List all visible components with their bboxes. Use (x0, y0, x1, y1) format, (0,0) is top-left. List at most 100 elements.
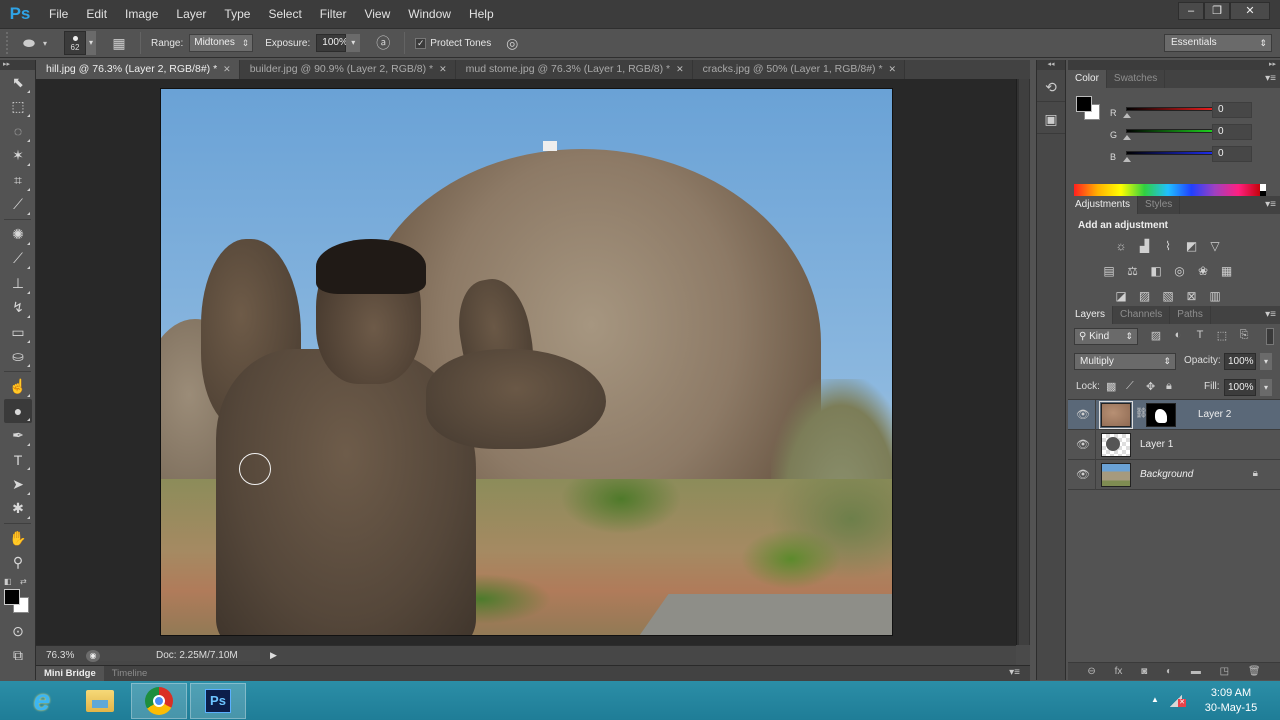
network-disconnected-icon[interactable]: ✕ (1170, 693, 1186, 707)
brush-tool[interactable]: ⟋ (4, 247, 32, 272)
custom-shape-tool[interactable]: ✱ (4, 497, 32, 522)
default-colors-icon[interactable]: ◧ (4, 577, 12, 586)
minimize-button[interactable]: – (1178, 2, 1204, 20)
vibrance-icon[interactable]: ▽ (1204, 236, 1226, 256)
magic-wand-tool[interactable]: ✶ (4, 144, 32, 169)
tab-builder[interactable]: builder.jpg @ 90.9% (Layer 2, RGB/8) * ✕ (239, 60, 456, 79)
layer-thumbnail[interactable] (1101, 433, 1131, 457)
foreground-color-swatch[interactable] (4, 589, 20, 605)
blur-tool[interactable]: ☝ (4, 374, 32, 399)
airbrush-icon[interactable]: ⓐ (372, 33, 394, 53)
blue-slider[interactable] (1126, 151, 1220, 155)
color-balance-icon[interactable]: ⚖ (1122, 261, 1144, 281)
menu-image[interactable]: Image (116, 0, 167, 28)
tab-styles[interactable]: Styles (1138, 196, 1181, 214)
paint-bucket-tool[interactable]: ⛀ (4, 345, 32, 370)
canvas-area[interactable] (36, 79, 1016, 645)
threshold-icon[interactable]: ▧ (1157, 286, 1179, 306)
layer-thumbnail[interactable] (1099, 401, 1133, 429)
pen-tool[interactable]: ✒ (4, 423, 32, 448)
menu-filter[interactable]: Filter (311, 0, 356, 28)
swap-colors-icon[interactable]: ⇄ (20, 577, 27, 586)
screen-mode-icon[interactable]: ⧉ (4, 644, 32, 669)
fx-icon[interactable]: fx (1115, 666, 1123, 677)
layer-thumbnail[interactable] (1101, 463, 1131, 487)
red-slider[interactable] (1126, 107, 1220, 111)
quick-mask-icon[interactable]: ⊙ (4, 619, 32, 644)
lasso-tool[interactable]: ◌ (4, 119, 32, 144)
tab-timeline[interactable]: Timeline (104, 666, 156, 682)
eyedropper-tool[interactable]: ⟋ (4, 193, 32, 218)
red-slider-knob[interactable] (1123, 113, 1131, 118)
layer-row-layer-2[interactable]: 👁︎ ⛓︎ Layer 2 (1068, 400, 1280, 430)
tab-channels[interactable]: Channels (1113, 306, 1171, 324)
spot-healing-tool[interactable]: ✺ (4, 222, 32, 247)
close-button[interactable]: ✕ (1230, 2, 1270, 20)
tab-cracks[interactable]: cracks.jpg @ 50% (Layer 1, RGB/8#) * ✕ (692, 60, 906, 79)
posterize-icon[interactable]: ▨ (1134, 286, 1156, 306)
visibility-toggle[interactable]: 👁︎ (1068, 460, 1096, 490)
tab-adjustments[interactable]: Adjustments (1068, 196, 1139, 214)
lock-transparency-icon[interactable]: ▩ (1106, 380, 1116, 393)
lock-all-icon[interactable]: 🔒︎ (1166, 380, 1172, 393)
clone-stamp-tool[interactable]: ⊥ (4, 271, 32, 296)
blue-value-input[interactable]: 0 (1212, 146, 1252, 162)
show-hidden-icons-button[interactable]: ▲ (1151, 695, 1159, 704)
brush-picker-dropdown[interactable]: ▾ (86, 31, 96, 55)
type-tool[interactable]: T (4, 448, 32, 473)
panel-menu-icon[interactable]: ▾≡ (1265, 199, 1276, 210)
visibility-toggle[interactable]: 👁︎ (1068, 400, 1096, 430)
protect-tones-checkbox[interactable]: ✓ (415, 37, 427, 49)
group-icon[interactable]: ▬ (1191, 666, 1201, 677)
menu-layer[interactable]: Layer (167, 0, 215, 28)
color-lookup-icon[interactable]: ▦ (1216, 261, 1238, 281)
brush-size-picker[interactable]: 62 (64, 31, 86, 55)
invert-icon[interactable]: ◪ (1110, 286, 1132, 306)
fill-input[interactable]: 100% (1224, 379, 1256, 396)
menu-select[interactable]: Select (259, 0, 310, 28)
zoom-level[interactable]: 76.3% (36, 650, 84, 661)
filter-shape-icon[interactable]: ⬚ (1214, 329, 1230, 343)
tab-paths[interactable]: Paths (1170, 306, 1211, 324)
range-select[interactable]: Midtones (189, 34, 254, 52)
green-slider[interactable] (1126, 129, 1220, 133)
taskbar-photoshop[interactable]: Ps (190, 683, 246, 719)
close-tab-icon[interactable]: ✕ (889, 64, 897, 74)
status-info-icon[interactable]: ◉ (86, 649, 100, 662)
tools-panel-collapse[interactable]: ▸▸ (0, 60, 35, 70)
tab-hill[interactable]: hill.jpg @ 76.3% (Layer 2, RGB/8#) * ✕ (36, 60, 240, 79)
menu-view[interactable]: View (355, 0, 399, 28)
menu-type[interactable]: Type (215, 0, 259, 28)
eraser-tool[interactable]: ▭ (4, 320, 32, 345)
burn-tool-preset-icon[interactable]: ⬬ (18, 33, 40, 53)
path-selection-tool[interactable]: ➤ (4, 472, 32, 497)
taskbar-internet-explorer[interactable]: e (14, 683, 70, 719)
tab-color[interactable]: Color (1068, 70, 1107, 88)
green-slider-knob[interactable] (1123, 135, 1131, 140)
layer-filter-kind-select[interactable]: ⚲ Kind (1074, 328, 1138, 345)
layer-name[interactable]: Layer 2 (1198, 409, 1231, 420)
taskbar-file-explorer[interactable] (72, 683, 128, 719)
history-panel-icon[interactable]: ⟲ (1037, 70, 1065, 102)
tab-swatches[interactable]: Swatches (1107, 70, 1166, 88)
menu-edit[interactable]: Edit (77, 0, 116, 28)
menu-window[interactable]: Window (399, 0, 460, 28)
channel-mixer-icon[interactable]: ❀ (1192, 261, 1214, 281)
opacity-input[interactable]: 100% (1224, 353, 1256, 370)
link-icon[interactable]: ⊖ (1087, 666, 1095, 677)
zoom-tool[interactable]: ⚲ (4, 551, 32, 576)
exposure-icon[interactable]: ◩ (1181, 236, 1203, 256)
menu-file[interactable]: File (40, 0, 77, 28)
exposure-input[interactable]: 100% (316, 34, 348, 52)
delete-icon[interactable]: 🗑 (1248, 666, 1261, 677)
hand-tool[interactable]: ✋ (4, 526, 32, 551)
scrollbar-thumb[interactable] (1019, 79, 1029, 649)
close-tab-icon[interactable]: ✕ (676, 64, 684, 74)
blend-mode-select[interactable]: Multiply (1074, 353, 1176, 370)
chevron-down-icon[interactable]: ▾ (40, 33, 50, 53)
layer-mask-thumbnail[interactable] (1146, 403, 1176, 427)
new-layer-icon[interactable]: ◳ (1220, 666, 1229, 677)
brightness-contrast-icon[interactable]: ☼ (1110, 236, 1132, 256)
lock-image-pixels-icon[interactable]: ⟋ (1126, 380, 1134, 393)
green-value-input[interactable]: 0 (1212, 124, 1252, 140)
